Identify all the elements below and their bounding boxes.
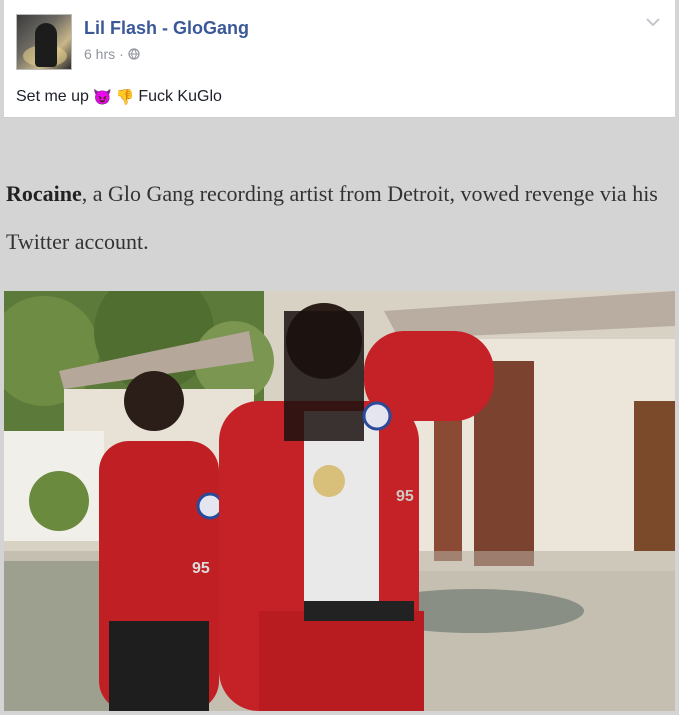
- article-sentence: , a Glo Gang recording artist from Detro…: [6, 181, 658, 254]
- dreadlocks: [284, 311, 364, 441]
- post-meta: 6 hrs ·: [84, 46, 140, 62]
- post-text-end: Fuck KuGlo: [138, 88, 222, 105]
- door: [634, 401, 675, 551]
- post-text: Set me up 😈 👎 Fuck KuGlo: [16, 88, 222, 106]
- jacket-g-patch: [196, 492, 224, 520]
- meta-separator: ·: [119, 46, 124, 62]
- photo-scene: 95 95: [4, 291, 675, 711]
- jacket-g-patch: [362, 401, 392, 431]
- patch-number-left: 95: [192, 560, 210, 577]
- article-paragraph: Rocaine, a Glo Gang recording artist fro…: [6, 170, 666, 266]
- chevron-down-icon[interactable]: [645, 16, 661, 28]
- belt: [304, 601, 414, 621]
- article-name-bold: Rocaine: [6, 181, 82, 206]
- facebook-post-card: Lil Flash - GloGang 6 hrs · Set me up 😈 …: [4, 0, 675, 118]
- person-right-pants: [259, 611, 424, 711]
- chain-pendant: [313, 465, 345, 497]
- globe-icon: [128, 48, 140, 60]
- post-timestamp[interactable]: 6 hrs: [84, 46, 115, 62]
- avatar[interactable]: [16, 14, 72, 70]
- avatar-figure: [35, 23, 57, 67]
- person-left-head: [124, 371, 184, 431]
- post-text-start: Set me up: [16, 88, 89, 105]
- patch-number-right: 95: [396, 488, 414, 505]
- article-photo[interactable]: 95 95: [4, 291, 675, 711]
- bush: [29, 471, 89, 531]
- devil-emoji-icon: 😈: [92, 88, 112, 106]
- thumbs-down-emoji-icon: 👎: [115, 88, 135, 106]
- post-author-name[interactable]: Lil Flash - GloGang: [84, 18, 249, 39]
- person-left-pants: [109, 621, 209, 711]
